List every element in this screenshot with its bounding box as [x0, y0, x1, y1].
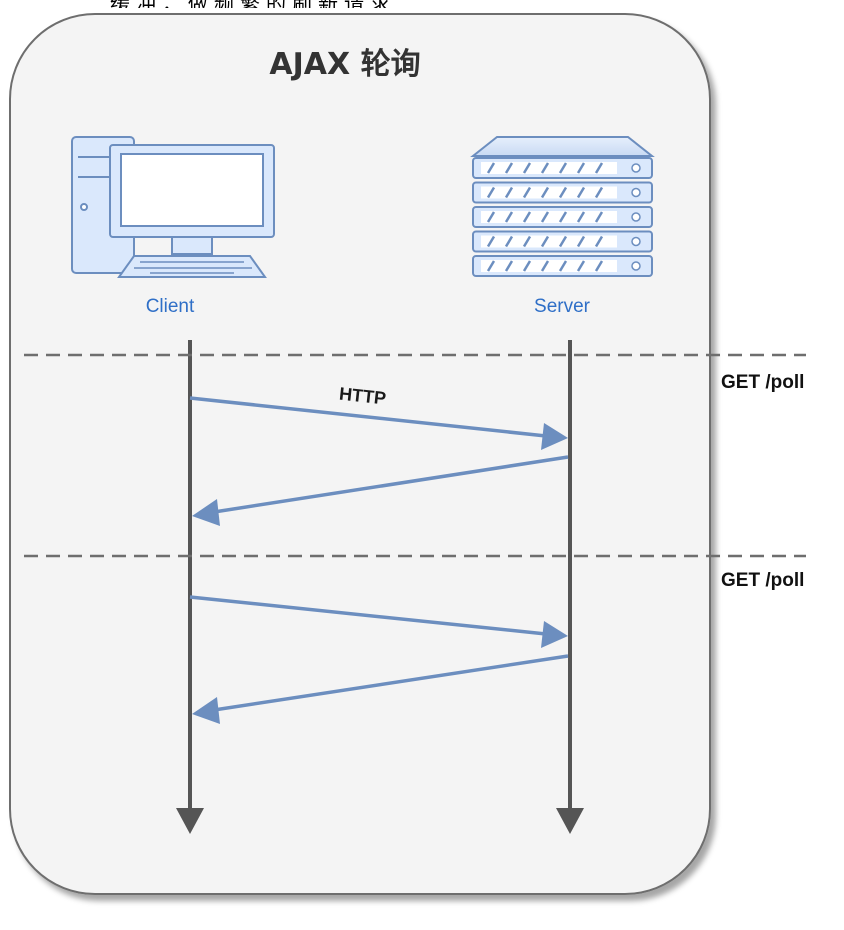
server-rack-icon [470, 136, 655, 277]
server-unit [472, 255, 653, 277]
server-label: Server [534, 296, 591, 317]
poll-label: GET /poll [721, 372, 804, 393]
server-unit [472, 157, 653, 179]
poll-label: GET /poll [721, 570, 804, 591]
server-unit [472, 206, 653, 228]
server-unit [472, 181, 653, 204]
ajax-polling-diagram: AJAX 轮询 Client Server GET /poll GET /pol… [9, 13, 806, 895]
desktop-computer-icon [71, 136, 275, 278]
server-unit [472, 230, 653, 253]
client-label: Client [146, 296, 195, 317]
diagram-title: AJAX 轮询 [269, 47, 420, 82]
